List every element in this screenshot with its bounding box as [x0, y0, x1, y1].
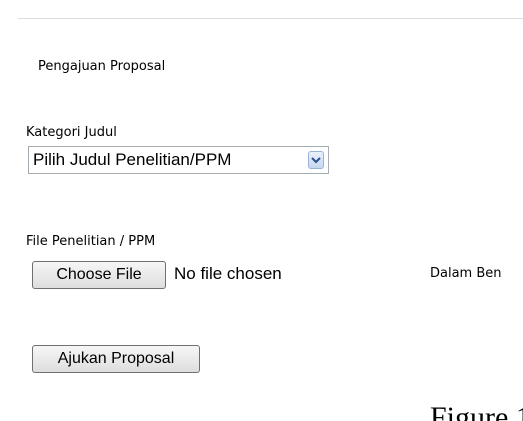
- file-label: File Penelitian / PPM: [26, 234, 156, 249]
- category-select[interactable]: Pilih Judul Penelitian/PPM: [28, 146, 329, 174]
- proposal-page: Pengajuan Proposal Kategori Judul Pilih …: [0, 0, 523, 421]
- section-title: Pengajuan Proposal: [38, 59, 166, 74]
- category-select-value: Pilih Judul Penelitian/PPM: [33, 150, 232, 169]
- choose-file-button[interactable]: Choose File: [32, 261, 166, 289]
- figure-caption-clip: Figure 16 P: [430, 395, 523, 421]
- file-status: No file chosen: [174, 264, 282, 283]
- chevron-down-icon[interactable]: [308, 151, 324, 169]
- figure-caption: Figure 16 P: [430, 401, 523, 421]
- side-note: Dalam Ben: [430, 266, 502, 281]
- chevron-down-glyph: [311, 157, 321, 164]
- category-label: Kategori Judul: [26, 125, 117, 140]
- submit-proposal-button[interactable]: Ajukan Proposal: [32, 345, 200, 373]
- top-divider: [18, 18, 523, 19]
